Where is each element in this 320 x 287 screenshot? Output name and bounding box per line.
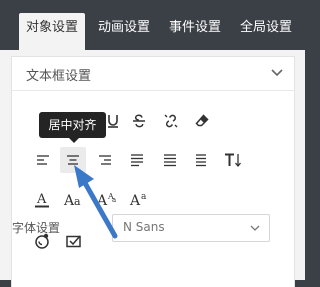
font-select[interactable]: N Sans <box>112 214 270 242</box>
tab-bar: 对象设置 动画设置 事件设置 全局设置 <box>0 0 305 50</box>
tab-animation-settings[interactable]: 动画设置 <box>91 13 157 50</box>
svg-text:A: A <box>129 193 141 209</box>
chevron-down-icon <box>250 225 260 231</box>
tooltip: 居中对齐 <box>39 112 106 143</box>
font-setting-label: 字体设置 <box>12 221 61 235</box>
superscript-icon[interactable]: AAa <box>94 187 120 213</box>
eraser-icon[interactable] <box>189 108 215 134</box>
align-left-icon[interactable] <box>30 147 56 173</box>
strikethrough-icon[interactable] <box>126 108 152 134</box>
subscript-icon[interactable]: Aa <box>127 187 153 213</box>
svg-text:a: a <box>74 195 81 208</box>
font-select-value: N Sans <box>123 220 165 234</box>
tab-event-settings[interactable]: 事件设置 <box>162 13 228 50</box>
font-color-icon[interactable]: A <box>29 187 55 213</box>
justify-all-icon[interactable] <box>157 147 183 173</box>
tab-global-settings[interactable]: 全局设置 <box>233 13 299 50</box>
unlink-icon[interactable] <box>158 108 184 134</box>
chevron-down-icon[interactable] <box>270 66 284 80</box>
svg-text:A: A <box>96 193 108 209</box>
font-size-icon[interactable]: Aa <box>61 187 87 213</box>
tab-object-settings[interactable]: 对象设置 <box>19 13 85 50</box>
svg-text:A: A <box>36 192 47 207</box>
svg-text:a: a <box>141 192 147 202</box>
text-height-icon[interactable] <box>220 147 246 173</box>
section-title: 文本框设置 <box>26 69 92 84</box>
section-header[interactable]: 文本框设置 <box>12 57 294 91</box>
distribute-icon[interactable] <box>188 147 214 173</box>
message-icon[interactable] <box>61 228 87 254</box>
align-center-icon[interactable] <box>60 147 86 173</box>
align-justify-icon[interactable] <box>124 147 150 173</box>
align-right-icon[interactable] <box>92 147 118 173</box>
svg-text:a: a <box>112 196 116 204</box>
